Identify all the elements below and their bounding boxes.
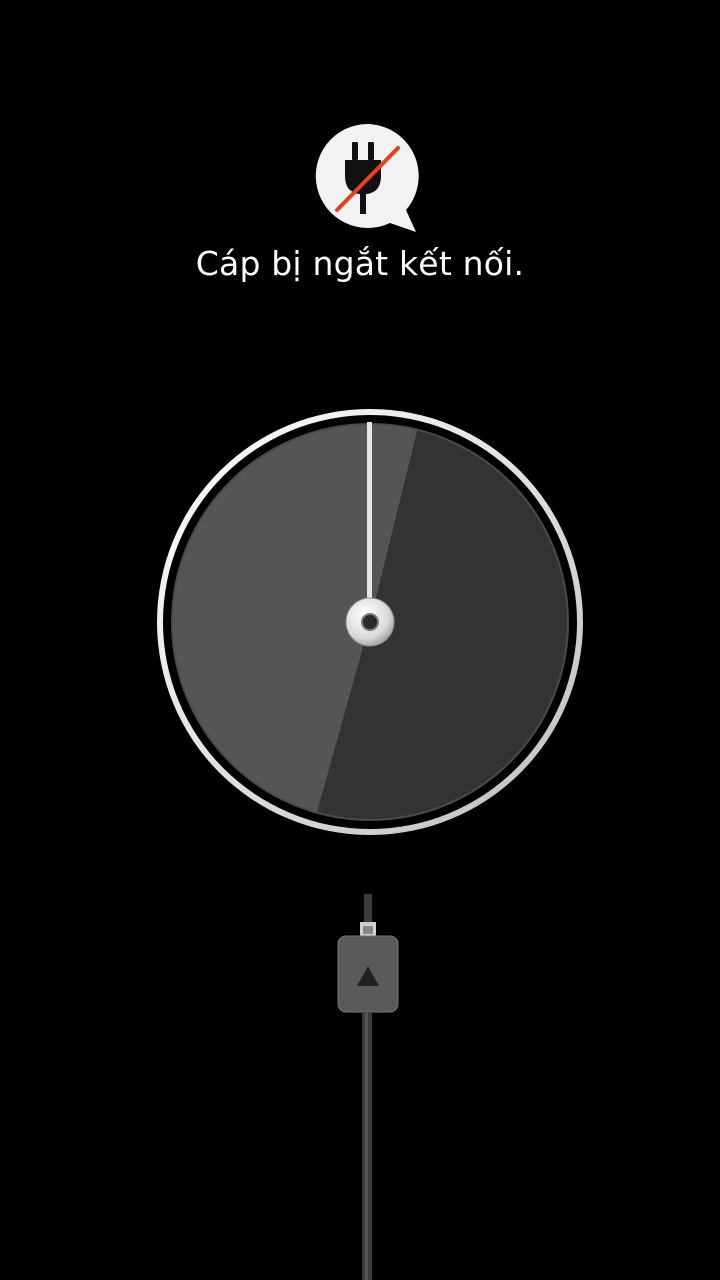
dial-hand <box>367 422 372 607</box>
usb-connector-icon <box>337 894 399 1280</box>
charging-screen: Cáp bị ngắt kết nối. <box>0 0 720 1280</box>
charging-dial <box>157 409 583 835</box>
status-message: Cáp bị ngắt kết nối. <box>195 244 525 283</box>
unplugged-icon <box>315 124 419 232</box>
